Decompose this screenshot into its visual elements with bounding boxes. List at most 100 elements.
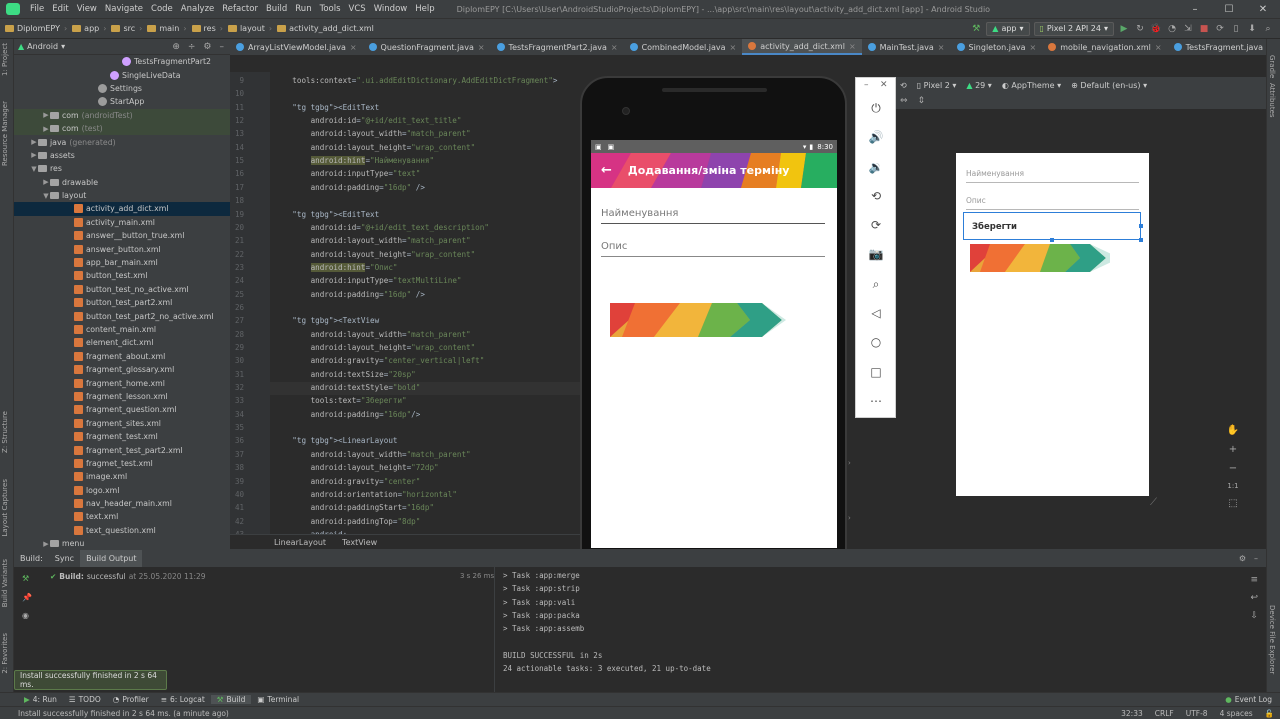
run-config-select[interactable]: ▲ app ▾ (986, 21, 1030, 36)
code-line[interactable]: android:gravity="center_vertical|left" (274, 356, 485, 365)
chevron-right-icon[interactable]: ▶ (42, 125, 50, 133)
breadcrumb-item[interactable]: res › (187, 24, 223, 33)
build-tool-button[interactable]: ⚒ Build (210, 695, 252, 704)
breadcrumb-item[interactable]: activity_add_dict.xml (272, 24, 374, 33)
code-line[interactable]: android:textStyle="bold" (274, 383, 421, 392)
menu-navigate[interactable]: Navigate (101, 4, 147, 14)
maximize-icon[interactable]: ☐ (1212, 4, 1246, 15)
tree-item[interactable]: ▶ com (test) (14, 121, 230, 136)
back-arrow-icon[interactable]: ← (601, 163, 612, 178)
build-variants-strip-label[interactable]: Build Variants (1, 559, 9, 607)
editor-tab[interactable]: ArrayListViewModel.java × (230, 39, 363, 55)
emulator-close-icon[interactable]: ✕ (880, 80, 888, 90)
profile-icon[interactable]: ◔ (1166, 23, 1178, 35)
chevron-right-icon[interactable]: ▶ (30, 151, 38, 159)
code-line[interactable]: android:padding="16dp" /> (274, 183, 425, 192)
preview-save-textview[interactable]: Зберегти (963, 212, 1141, 240)
zoom-in-icon[interactable]: + (1229, 444, 1237, 455)
code-line[interactable]: android:inputType="text" (274, 169, 421, 178)
more-icon[interactable]: ⋯ (867, 392, 885, 410)
theme-select[interactable]: ◐ AppTheme ▾ (1002, 81, 1061, 90)
tree-item[interactable]: ▶ drawable (14, 176, 230, 189)
tree-item[interactable]: activity_add_dict.xml (14, 202, 230, 216)
tree-item[interactable]: app_bar_main.xml (14, 256, 230, 269)
close-tab-icon[interactable]: × (611, 43, 618, 52)
editor-tab[interactable]: CombinedModel.java × (624, 39, 743, 55)
menu-file[interactable]: File (26, 4, 48, 14)
project-view-select[interactable]: ▲ Android ▾ (18, 42, 65, 51)
code-editor[interactable]: tools:context=".ui.addEditDictionary.Add… (270, 72, 582, 534)
breadcrumb-item[interactable]: main › (142, 24, 187, 33)
code-line[interactable]: android:layout_height="wrap_content" (274, 143, 476, 152)
minimize-icon[interactable]: – (1178, 4, 1212, 15)
wrap-icon[interactable]: ↩ (1250, 593, 1258, 603)
close-tab-icon[interactable]: × (938, 43, 945, 52)
menu-run[interactable]: Run (291, 4, 315, 14)
scroll-up-icon[interactable]: ≡ (1250, 575, 1258, 585)
tree-item[interactable]: image.xml (14, 470, 230, 483)
tree-item[interactable]: ▼ res (14, 162, 230, 175)
power-icon[interactable]: ⏻ (867, 99, 885, 117)
editor-tab[interactable]: TestsFragment.java× (1168, 39, 1266, 55)
preview-title-field[interactable]: Найменування (966, 169, 1139, 183)
breadcrumb-item[interactable]: src › (106, 24, 142, 33)
editor-tab[interactable]: activity_add_dict.xml × (742, 39, 862, 55)
pin-icon[interactable]: 📌 (22, 593, 32, 602)
close-tab-icon[interactable]: × (849, 42, 856, 51)
tree-item[interactable]: fragment_lesson.xml (14, 390, 230, 403)
chevron-right-icon[interactable]: ▶ (42, 540, 50, 548)
layout-captures-strip-label[interactable]: Layout Captures (1, 479, 9, 537)
breadcrumb-textview[interactable]: TextView (342, 538, 377, 547)
tree-item[interactable]: answer__button_true.xml (14, 229, 230, 242)
terminal-tool-button[interactable]: ▣ Terminal (251, 695, 305, 704)
tree-item[interactable]: SingleLiveData (14, 68, 230, 81)
breadcrumb-item[interactable]: layout › (223, 24, 272, 33)
menu-refactor[interactable]: Refactor (218, 4, 262, 14)
menu-help[interactable]: Help (411, 4, 438, 14)
volume-down-icon[interactable]: 🔉 (867, 158, 885, 176)
close-tab-icon[interactable]: × (478, 43, 485, 52)
hide-panel-icon[interactable]: – (1254, 554, 1266, 563)
collapse-arrow-icon[interactable]: › (848, 514, 851, 522)
preview-description-field[interactable]: Опис (966, 196, 1139, 210)
avd-manager-icon[interactable]: ▯ (1230, 23, 1242, 35)
tree-item[interactable]: text_question.xml (14, 524, 230, 537)
code-line[interactable]: "tg tgbg"><TextView (274, 316, 379, 325)
device-select[interactable]: ▯ Pixel 2 API 24 ▾ (1033, 21, 1114, 36)
code-line[interactable]: android:orientation="horizontal" (274, 490, 457, 499)
tree-item[interactable]: element_dict.xml (14, 336, 230, 349)
selection-handle[interactable] (1139, 224, 1143, 228)
caret-position[interactable]: 32:33 (1115, 709, 1149, 718)
code-line[interactable]: android:padding="16dp"/> (274, 410, 421, 419)
collapse-icon[interactable]: ÷ (188, 42, 196, 52)
run-tool-button[interactable]: ▶ 4: Run (18, 695, 63, 704)
attributes-strip-label[interactable]: Attributes (1268, 83, 1276, 118)
selection-handle[interactable] (1050, 238, 1054, 242)
menu-view[interactable]: View (73, 4, 101, 14)
line-separator[interactable]: CRLF (1149, 709, 1180, 718)
code-line[interactable]: android:gravity="center" (274, 477, 421, 486)
volume-up-icon[interactable]: 🔊 (867, 128, 885, 146)
attach-debugger-icon[interactable]: ⇲ (1182, 23, 1194, 35)
tree-item[interactable]: fragment_sites.xml (14, 417, 230, 430)
resize-handle-icon[interactable]: ⟋ (1150, 497, 1157, 508)
tree-item[interactable]: nav_header_main.xml (14, 497, 230, 510)
code-line[interactable]: tools:context=".ui.addEditDictionary.Add… (274, 76, 557, 85)
chevron-right-icon[interactable]: ▶ (42, 178, 50, 186)
zoom-1to1-label[interactable]: 1:1 (1227, 482, 1238, 490)
menu-code[interactable]: Code (147, 4, 177, 14)
breadcrumb-item[interactable]: app › (67, 24, 106, 33)
run-icon[interactable]: ▶ (1118, 23, 1130, 35)
stop-icon[interactable]: ■ (1198, 23, 1210, 35)
tree-item[interactable]: ▶ java (generated) (14, 135, 230, 148)
gradle-strip-label[interactable]: Gradle (1268, 55, 1276, 78)
gear-icon[interactable]: ⚙ (1239, 554, 1254, 563)
hide-icon[interactable]: – (220, 42, 225, 52)
code-line[interactable]: android:paddingStart="16dp" (274, 503, 434, 512)
code-line[interactable]: android:id="@+id/edit_text_description" (274, 223, 489, 232)
rotate-left-icon[interactable]: ⟲ (867, 187, 885, 205)
logcat-tool-button[interactable]: ≡ 6: Logcat (155, 695, 211, 704)
tab-sync[interactable]: Sync (49, 550, 80, 567)
tree-item[interactable]: fragment_home.xml (14, 376, 230, 389)
code-line[interactable]: android:inputType="textMultiLine" (274, 276, 462, 285)
